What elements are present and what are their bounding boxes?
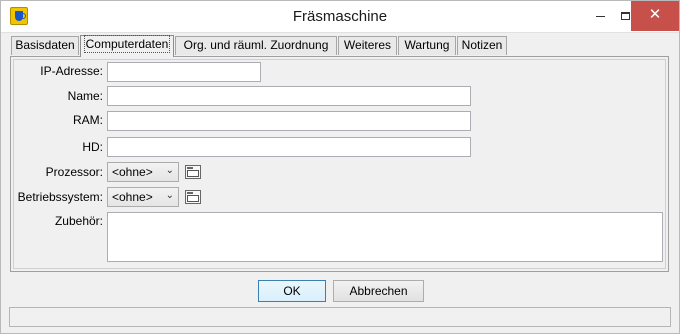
title-bar[interactable]: Fräsmaschine ✕ bbox=[1, 1, 679, 33]
tab-wartung[interactable]: Wartung bbox=[398, 36, 456, 55]
hd-field[interactable] bbox=[107, 137, 471, 157]
close-button[interactable]: ✕ bbox=[631, 1, 679, 31]
folder-icon bbox=[187, 170, 199, 177]
processor-label: Prozessor: bbox=[45, 165, 103, 179]
processor-select[interactable]: <ohne> ⌄ bbox=[107, 162, 179, 182]
dialog-window: Fräsmaschine ✕ Basisdaten Computerdaten … bbox=[0, 0, 680, 334]
folder-icon bbox=[187, 195, 199, 202]
chevron-down-icon: ⌄ bbox=[165, 165, 174, 176]
tab-notizen[interactable]: Notizen bbox=[457, 36, 507, 55]
tab-weiteres[interactable]: Weiteres bbox=[338, 36, 397, 55]
os-browse-button[interactable] bbox=[185, 190, 201, 204]
tab-org-zuordnung[interactable]: Org. und räuml. Zuordnung bbox=[175, 36, 337, 55]
maximize-icon bbox=[620, 12, 630, 21]
ok-button[interactable]: OK bbox=[258, 280, 326, 302]
tab-panel-computerdaten: IP-Adresse: Name: RAM: HD: Prozessor: <o… bbox=[10, 56, 669, 272]
window-title: Fräsmaschine bbox=[292, 8, 388, 25]
ip-label: IP-Adresse: bbox=[40, 64, 103, 78]
tab-computerdaten[interactable]: Computerdaten bbox=[80, 35, 174, 57]
ip-address-field[interactable] bbox=[107, 62, 261, 82]
os-label: Betriebssystem: bbox=[17, 190, 103, 204]
ram-field[interactable] bbox=[107, 111, 471, 131]
minimize-icon bbox=[595, 15, 605, 17]
status-bar bbox=[9, 307, 671, 327]
hd-label: HD: bbox=[82, 140, 103, 154]
name-field[interactable] bbox=[107, 86, 471, 106]
accessories-label: Zubehör: bbox=[54, 214, 103, 228]
chevron-down-icon: ⌄ bbox=[165, 190, 174, 201]
cancel-button[interactable]: Abbrechen bbox=[333, 280, 424, 302]
ram-label: RAM: bbox=[73, 113, 103, 127]
minimize-button[interactable] bbox=[585, 1, 615, 31]
accessories-textarea[interactable] bbox=[107, 212, 663, 262]
tab-basisdaten[interactable]: Basisdaten bbox=[11, 36, 79, 55]
name-label: Name: bbox=[67, 89, 103, 103]
close-icon: ✕ bbox=[648, 6, 662, 23]
processor-browse-button[interactable] bbox=[185, 165, 201, 179]
os-select[interactable]: <ohne> ⌄ bbox=[107, 187, 179, 207]
